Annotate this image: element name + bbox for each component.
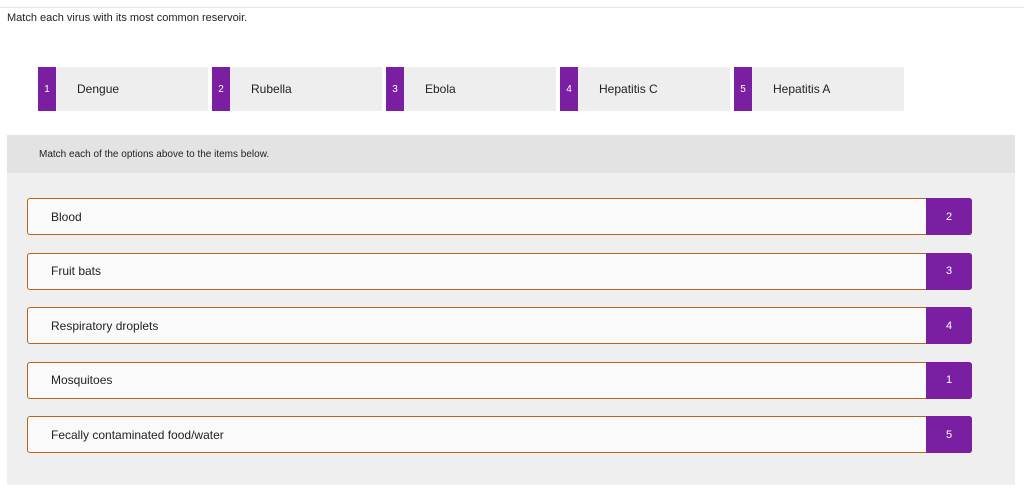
- match-item-row[interactable]: Blood 2: [27, 198, 972, 235]
- match-item-label: Fruit bats: [51, 264, 102, 278]
- option-number-badge: 5: [734, 67, 752, 111]
- match-item-row[interactable]: Fruit bats 3: [27, 252, 972, 290]
- panel-header: Match each of the options above to the i…: [7, 135, 1015, 173]
- option-label: Rubella: [251, 82, 292, 96]
- answer-slot[interactable]: 4: [926, 307, 972, 344]
- instructions-text: Match each of the options above to the i…: [39, 148, 270, 160]
- option-tile-1[interactable]: 1 Dengue: [38, 67, 208, 111]
- match-item-row[interactable]: Respiratory droplets 4: [27, 307, 972, 344]
- option-tile-3[interactable]: 3 Ebola: [386, 67, 556, 111]
- top-divider: [0, 7, 1024, 8]
- match-item-label: Respiratory droplets: [51, 318, 159, 333]
- option-tile-4[interactable]: 4 Hepatitis C: [560, 67, 730, 111]
- option-tile-2[interactable]: 2 Rubella: [212, 67, 382, 111]
- question-text: Match each virus with its most common re…: [7, 12, 248, 24]
- matching-panel: Match each of the options above to the i…: [7, 135, 1015, 485]
- option-label: Hepatitis A: [773, 82, 831, 96]
- option-number-badge: 1: [38, 67, 56, 111]
- option-number-badge: 4: [560, 67, 578, 111]
- match-item-row[interactable]: Mosquitoes 1: [27, 361, 972, 399]
- option-label: Dengue: [77, 82, 120, 96]
- option-label: Hepatitis C: [599, 82, 658, 96]
- match-item-label: Fecally contaminated food/water: [51, 427, 224, 442]
- match-item-label: Mosquitoes: [51, 373, 113, 387]
- answer-slot[interactable]: 1: [926, 361, 972, 399]
- answer-slot[interactable]: 3: [926, 252, 972, 290]
- match-items-list: Blood 2 Fruit bats 3 Respiratory droplet…: [27, 198, 972, 471]
- option-tile-5[interactable]: 5 Hepatitis A: [734, 67, 904, 111]
- match-item-row[interactable]: Fecally contaminated food/water 5: [27, 416, 972, 453]
- option-number-badge: 3: [386, 67, 404, 111]
- answer-slot[interactable]: 5: [926, 416, 972, 453]
- option-label: Ebola: [425, 82, 456, 96]
- option-tiles: 1 Dengue 2 Rubella 3 Ebola 4 Hepatitis C…: [38, 67, 908, 111]
- option-number-badge: 2: [212, 67, 230, 111]
- answer-slot[interactable]: 2: [926, 198, 972, 235]
- match-item-label: Blood: [51, 209, 82, 224]
